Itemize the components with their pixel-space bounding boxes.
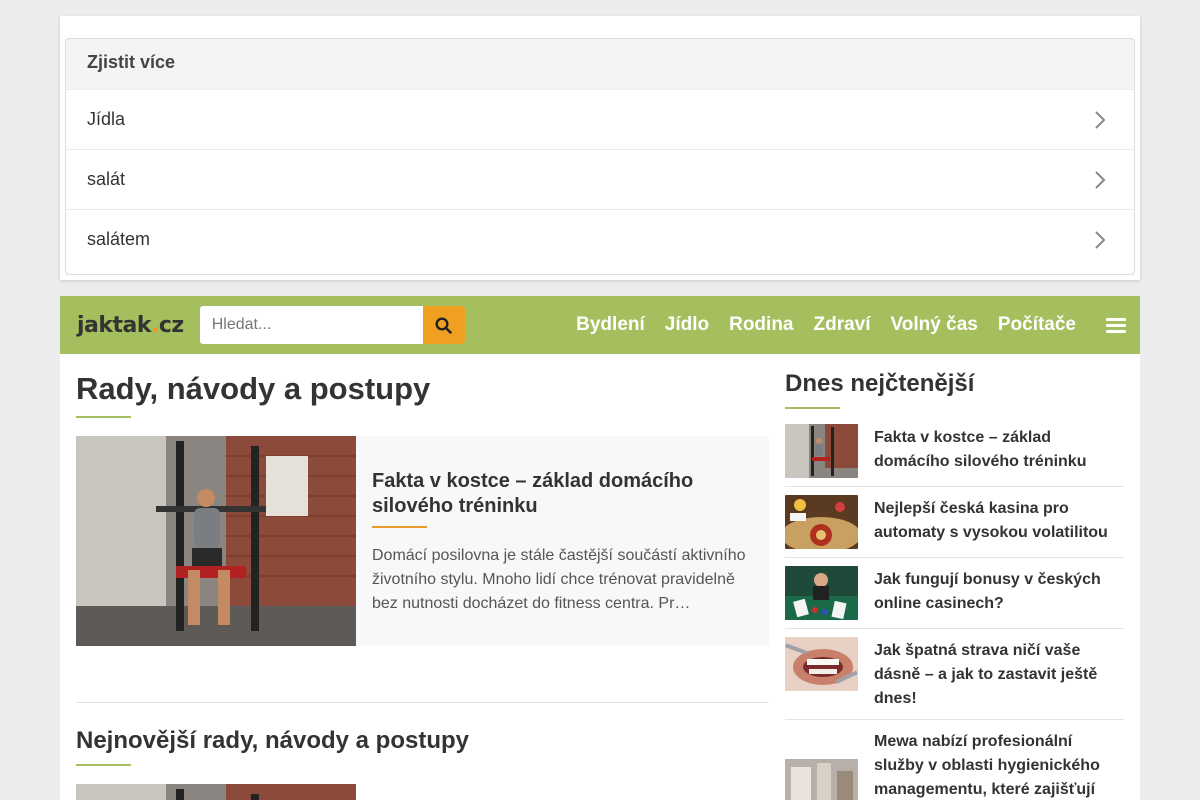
- featured-article-image[interactable]: [76, 436, 356, 646]
- learn-more-item-label: Jídla: [87, 109, 126, 129]
- popular-item-thumbnail[interactable]: [785, 424, 858, 478]
- menu-icon[interactable]: [1106, 317, 1126, 333]
- learn-more-widget: Zjistit více Jídla salát salátem: [60, 16, 1140, 280]
- featured-article-body: Fakta v kostce – základ domácího silovéh…: [356, 436, 769, 646]
- popular-item[interactable]: Jak špatná strava ničí vaše dásně – a ja…: [785, 637, 1124, 720]
- sidebar-title-underline: [785, 407, 840, 409]
- nav-item-rodina[interactable]: Rodina: [719, 314, 803, 336]
- page-title: Rady, návody a postupy: [76, 371, 431, 406]
- nav-item-zdravi[interactable]: Zdraví: [804, 314, 881, 336]
- chevron-right-icon: [1095, 230, 1106, 249]
- popular-item-title[interactable]: Fakta v kostce – základ domácího silovéh…: [874, 426, 1124, 478]
- nav-item-bydleni[interactable]: Bydlení: [566, 314, 655, 336]
- learn-more-item[interactable]: Jídla: [66, 89, 1134, 149]
- navbar: jaktak.cz Bydlení Jídlo Rodina Zdraví Vo…: [60, 296, 1140, 354]
- popular-item[interactable]: Fakta v kostce – základ domácího silovéh…: [785, 424, 1124, 487]
- learn-more-title: Zjistit více: [66, 39, 1134, 89]
- main-content: Rady, návody a postupy Fakta v kostce – …: [76, 354, 769, 800]
- popular-item[interactable]: Nejlepší česká kasina pro automaty s vys…: [785, 495, 1124, 558]
- sidebar-title: Dnes nejčtenější: [785, 370, 975, 397]
- featured-title-underline: [372, 526, 427, 528]
- chevron-right-icon: [1095, 170, 1106, 189]
- learn-more-item-label: salát: [87, 169, 126, 189]
- popular-item-title[interactable]: Nejlepší česká kasina pro automaty s vys…: [874, 497, 1124, 549]
- learn-more-box: Zjistit více Jídla salát salátem: [65, 38, 1135, 275]
- learn-more-item[interactable]: salát: [66, 149, 1134, 209]
- popular-item[interactable]: Mewa nabízí profesionální služby v oblas…: [785, 728, 1124, 800]
- sidebar: Dnes nejčtenější Fakta v kostce – základ…: [785, 354, 1124, 800]
- search-form: [199, 306, 465, 344]
- nav-item-jidlo[interactable]: Jídlo: [655, 314, 719, 336]
- site-logo[interactable]: jaktak.cz: [77, 313, 184, 338]
- popular-item-thumbnail[interactable]: [785, 637, 858, 691]
- search-button[interactable]: [422, 306, 465, 344]
- popular-list: Fakta v kostce – základ domácího silovéh…: [785, 424, 1124, 800]
- learn-more-item-label: salátem: [87, 229, 151, 249]
- latest-title-underline: [76, 764, 131, 766]
- learn-more-item[interactable]: salátem: [66, 209, 1134, 269]
- popular-item-thumbnail[interactable]: [785, 759, 858, 800]
- main-nav: Bydlení Jídlo Rodina Zdraví Volný čas Po…: [566, 314, 1086, 336]
- featured-article-excerpt: Domácí posilovna je stále častější součá…: [372, 547, 746, 612]
- site: jaktak.cz Bydlení Jídlo Rodina Zdraví Vo…: [60, 296, 1140, 800]
- divider: [76, 702, 769, 703]
- latest-section-title: Nejnovější rady, návody a postupy: [76, 727, 469, 754]
- popular-item-title[interactable]: Jak špatná strava ničí vaše dásně – a ja…: [874, 639, 1124, 711]
- popular-item-title[interactable]: Jak fungují bonusy v českých online casi…: [874, 568, 1124, 620]
- nav-item-volny-cas[interactable]: Volný čas: [881, 314, 988, 336]
- search-icon: [435, 316, 453, 334]
- popular-item-thumbnail[interactable]: [785, 566, 858, 620]
- featured-article-title[interactable]: Fakta v kostce – základ domácího silovéh…: [372, 469, 753, 519]
- chevron-right-icon: [1095, 110, 1106, 129]
- popular-item-title[interactable]: Mewa nabízí profesionální služby v oblas…: [874, 730, 1124, 800]
- featured-article[interactable]: Fakta v kostce – základ domácího silovéh…: [76, 436, 769, 646]
- popular-item[interactable]: Jak fungují bonusy v českých online casi…: [785, 566, 1124, 629]
- popular-item-thumbnail[interactable]: [785, 495, 858, 549]
- nav-item-pocitace[interactable]: Počítače: [988, 314, 1086, 336]
- latest-article-image[interactable]: [76, 784, 356, 800]
- title-underline: [76, 416, 131, 418]
- search-input[interactable]: [199, 306, 423, 344]
